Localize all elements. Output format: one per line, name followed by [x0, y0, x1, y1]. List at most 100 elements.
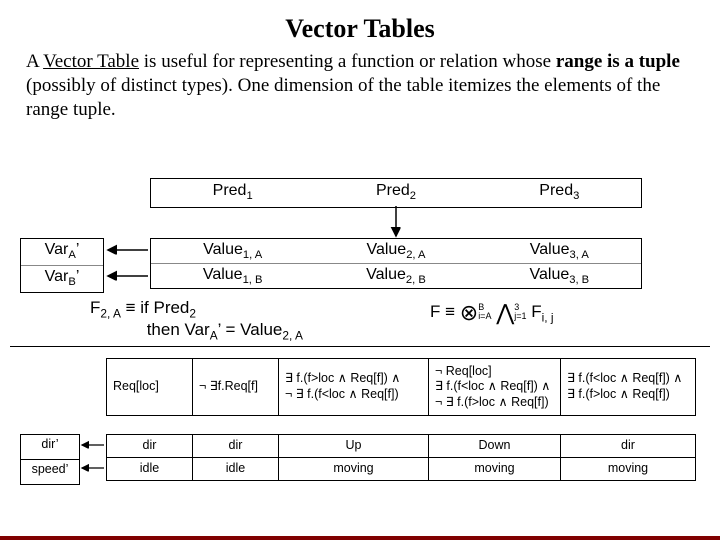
ex-pred-2-l1: ¬ ∃f.Req[f] [199, 379, 272, 395]
arrow-left-icon [104, 238, 150, 292]
example-val-block: dir dir Up Down dir idle idle moving mov… [106, 434, 696, 481]
fl-b: ≡ if Pred [121, 298, 190, 317]
pred3: Pred3 [478, 179, 641, 207]
ex-pred-4: ¬ Req[loc]∃ f.(f<loc ∧ Req[f]) ∧¬ ∃ f.(f… [429, 359, 561, 415]
fr-lo1: i=A [478, 312, 491, 321]
val-2a-s: 2, A [406, 249, 425, 261]
arrow-down-icon [390, 206, 402, 240]
val-2a: Value2, A [314, 239, 477, 263]
fl-c: then Var [147, 320, 210, 339]
var-b-sub: B [68, 276, 75, 288]
val-1b-s: 1, B [243, 274, 263, 286]
formula-left: F2, A ≡ if Pred2 then VarA’ = Value2, A [90, 298, 303, 343]
slide: Vector Tables A Vector Table is useful f… [0, 0, 720, 540]
ex-pred-1-l1: Req[loc] [113, 379, 186, 395]
divider [10, 346, 710, 347]
fl-bsub: 2 [189, 306, 196, 320]
ex-var-2: speed’ [21, 459, 79, 484]
val-2b-t: Value [366, 266, 406, 283]
var-a-sub: A [68, 249, 75, 261]
ex-pred-2: ¬ ∃f.Req[f] [193, 359, 279, 415]
fl-asub: 2, A [100, 306, 121, 320]
pred-row: Pred1 Pred2 Pred3 [150, 178, 642, 208]
fl-csub2: 2, A [282, 329, 303, 343]
example-var-col: dir’ speed’ [20, 434, 80, 485]
ex-pred-5-l2: ∃ f.(f>loc ∧ Req[f]) [567, 387, 689, 403]
arrow-left-lower-icon [80, 434, 106, 482]
fr-t: F [531, 302, 541, 321]
var-b-text: Var [45, 268, 69, 285]
val-2b-s: 2, B [406, 274, 426, 286]
pred1-text: Pred [213, 182, 247, 199]
value-row-b: Value1, B Value2, B Value3, B [151, 263, 641, 288]
body-t1: A [26, 51, 43, 72]
var-a-text: Var [45, 241, 69, 258]
fr-a: F ≡ [430, 302, 460, 321]
ex-pred-5-l1: ∃ f.(f<loc ∧ Req[f]) ∧ [567, 371, 689, 387]
value-block: Value1, A Value2, A Value3, A Value1, B … [150, 238, 642, 289]
var-a: VarA’ [21, 239, 103, 265]
pred3-text: Pred [539, 182, 573, 199]
pred2: Pred2 [314, 179, 477, 207]
ex-val-r2c2: idle [193, 458, 279, 480]
example-pred-row: Req[loc] ¬ ∃f.Req[f] ∃ f.(f>loc ∧ Req[f]… [106, 358, 696, 416]
fl-cp: ’ = Value [218, 320, 283, 339]
formula-right: F ≡ ⊗Bi=A ⋀3j=1 Fi, j [430, 300, 554, 326]
val-2a-t: Value [366, 241, 406, 258]
ex-val-r2c4: moving [429, 458, 561, 480]
value-row-a: Value1, A Value2, A Value3, A [151, 239, 641, 263]
val-3a: Value3, A [478, 239, 641, 263]
ex-val-r2c5: moving [561, 458, 695, 480]
val-1b-t: Value [203, 266, 243, 283]
ex-val-r2c3: moving [279, 458, 429, 480]
ex-val-r1c1: dir [107, 435, 193, 457]
ex-val-r1c2: dir [193, 435, 279, 457]
bottom-border [0, 536, 720, 540]
pred3-sub: 3 [573, 190, 579, 202]
val-3a-s: 3, A [570, 249, 589, 261]
slide-title: Vector Tables [0, 0, 720, 44]
val-3b-t: Value [530, 266, 570, 283]
pred2-sub: 2 [410, 190, 416, 202]
body-t3: is useful for representing a function or… [139, 51, 556, 72]
var-b-prime: ’ [76, 268, 80, 285]
bigwedge-icon: ⋀ [496, 300, 514, 325]
ex-pred-3-l1: ∃ f.(f>loc ∧ Req[f]) ∧ [285, 371, 422, 387]
var-b: VarB’ [21, 265, 103, 292]
fr-lim2: 3j=1 [514, 303, 526, 321]
ex-pred-4-l1: ¬ Req[loc] [435, 364, 554, 380]
ex-var-1: dir’ [21, 435, 79, 459]
ex-pred-4-l2: ∃ f.(f<loc ∧ Req[f]) ∧ [435, 379, 554, 395]
ex-pred-5: ∃ f.(f<loc ∧ Req[f]) ∧∃ f.(f>loc ∧ Req[f… [561, 359, 695, 415]
val-3b-s: 3, B [569, 274, 589, 286]
ex-pred-1: Req[loc] [107, 359, 193, 415]
val-1b: Value1, B [151, 264, 314, 288]
body-t4: range is a tuple [556, 51, 680, 72]
body-text: A Vector Table is useful for representin… [0, 44, 720, 121]
ex-pred-3: ∃ f.(f>loc ∧ Req[f]) ∧¬ ∃ f.(f<loc ∧ Req… [279, 359, 429, 415]
ex-val-row-2: idle idle moving moving moving [107, 457, 695, 480]
body-t5: (possibly of distinct types). One dimens… [26, 75, 660, 120]
val-3a-t: Value [530, 241, 570, 258]
pred1-sub: 1 [246, 190, 252, 202]
val-3b: Value3, B [478, 264, 641, 288]
ex-val-row-1: dir dir Up Down dir [107, 435, 695, 457]
fl-csub: A [210, 329, 218, 343]
fl-a: F [90, 298, 100, 317]
var-a-prime: ’ [76, 241, 80, 258]
ex-val-r2c1: idle [107, 458, 193, 480]
ex-val-r1c4: Down [429, 435, 561, 457]
val-1a-s: 1, A [243, 249, 262, 261]
var-col: VarA’ VarB’ [20, 238, 104, 293]
fr-lim1: Bi=A [478, 303, 491, 321]
ex-val-r1c5: dir [561, 435, 695, 457]
fr-lo2: j=1 [514, 312, 526, 321]
pred1: Pred1 [151, 179, 314, 207]
pred2-text: Pred [376, 182, 410, 199]
ex-val-r1c3: Up [279, 435, 429, 457]
val-1a: Value1, A [151, 239, 314, 263]
bigotimes-icon: ⊗ [460, 300, 478, 325]
val-1a-t: Value [203, 241, 243, 258]
ex-pred-3-l2: ¬ ∃ f.(f<loc ∧ Req[f]) [285, 387, 422, 403]
ex-pred-4-l3: ¬ ∃ f.(f>loc ∧ Req[f]) [435, 395, 554, 411]
